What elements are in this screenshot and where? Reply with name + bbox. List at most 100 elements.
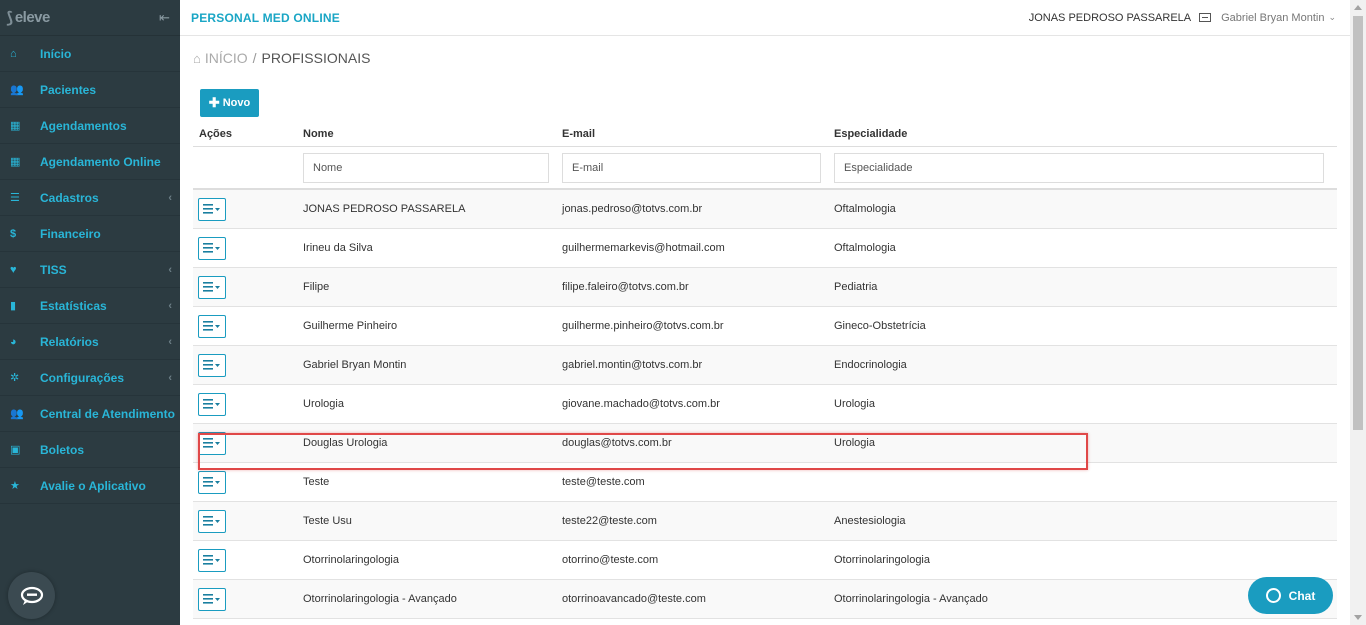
table-row[interactable]: Otorrinolaringologia otorrino@teste.com Ot… [193,541,1337,580]
name-cell: Filipe [303,281,330,293]
sidebar-item-7[interactable]: ▮ Estatísticas ‹ [0,288,180,324]
row-actions-button[interactable] [198,470,226,494]
actions-cell [193,509,303,533]
gear-icon: ✲ [10,372,20,384]
name-filter-input[interactable] [303,152,549,183]
filter-row [193,147,1337,190]
sidebar-item-0[interactable]: ⌂ Início [0,36,180,72]
specialty-cell: Gineco-Obstetrícia [834,320,926,332]
specialty-cell: Urologia [834,398,875,410]
sidebar-item-label: Avalie o Aplicativo [40,478,146,493]
sidebar-item-5[interactable]: $ Financeiro [0,216,180,252]
scroll-down-icon[interactable] [1354,615,1362,620]
sidebar-item-10[interactable]: 👥 Central de Atendimento [0,396,180,432]
header-specialty[interactable]: Especialidade [834,128,1337,140]
chevron-left-icon: ‹ [168,263,172,276]
sidebar-item-label: Agendamentos [40,118,127,133]
header-actions: Ações [199,127,233,140]
scroll-thumb[interactable] [1353,16,1363,430]
chevron-left-icon: ‹ [168,191,172,204]
table-row[interactable]: Filipe filipe.faleiro@totvs.com.br Pediatr… [193,268,1337,307]
main-content: ⌂ INÍCIO / PROFISSIONAIS ✚ Novo Ações No… [180,36,1350,625]
sidebar-collapse-icon[interactable]: ⇤ [159,10,170,26]
home-icon[interactable]: ⌂ [193,51,201,66]
header-email[interactable]: E-mail [562,128,834,140]
name-cell: Irineu da Silva [303,242,373,254]
app-logo[interactable]: ⟆ eleve [6,8,50,28]
row-actions-button[interactable] [198,509,226,533]
sidebar-item-3[interactable]: ▦ Agendamento Online [0,144,180,180]
specialty-cell: Anestesiologia [834,515,906,527]
filter-specialty-cell [834,152,1337,183]
sidebar-item-label: TISS [40,262,67,277]
name-cell: Otorrinolaringologia [303,554,399,566]
sidebar-item-label: Estatísticas [40,298,107,313]
list-icon: ☰ [10,192,20,204]
email-cell: gabriel.montin@totvs.com.br [562,359,703,371]
name-cell: Teste Usu [303,515,352,527]
row-actions-button[interactable] [198,275,226,299]
sidebar-item-2[interactable]: ▦ Agendamentos [0,108,180,144]
row-actions-button[interactable] [198,548,226,572]
actions-cell [193,548,303,572]
bar-chart-icon: ▮ [10,300,17,312]
table-row[interactable]: JONAS PEDROSO PASSARELA jonas.pedroso@tot… [193,190,1337,229]
sidebar: ⟆ eleve ⇤ ⌂ Início 👥 Pacientes ▦ Agendamentos… [0,0,180,625]
sidebar-item-label: Central de Atendimento [40,406,175,421]
sidebar-item-label: Pacientes [40,82,97,97]
sidebar-item-1[interactable]: 👥 Pacientes [0,72,180,108]
dollar-icon: $ [10,227,17,240]
actions-cell [193,392,303,416]
row-actions-button[interactable] [198,392,226,416]
breadcrumb-current: PROFISSIONAIS [261,50,371,66]
table-row[interactable]: Teste Usu teste22@teste.com Anestesiologia [193,502,1337,541]
sidebar-item-12[interactable]: ★ Avalie o Aplicativo [0,468,180,504]
chat-label: Chat [1288,588,1316,603]
professionals-table: Ações Nome E-mail Especialidade JONAS PE… [193,121,1337,619]
sidebar-item-label: Cadastros [40,190,99,205]
table-row[interactable]: Irineu da Silva guilhermemarkevis@hotmail… [193,229,1337,268]
chat-button[interactable]: Chat [1248,577,1333,614]
row-actions-button[interactable] [198,587,226,611]
plus-icon: ✚ [208,95,220,110]
chat-icon [1265,588,1281,603]
new-professional-button[interactable]: ✚ Novo [200,89,259,117]
sidebar-item-11[interactable]: ▣ Boletos [0,432,180,468]
specialty-cell: Endocrinologia [834,359,907,371]
user-menu[interactable]: Gabriel Bryan Montin [1221,12,1324,24]
table-row[interactable]: Gabriel Bryan Montin gabriel.montin@totvs… [193,346,1337,385]
email-cell: teste@teste.com [562,476,645,488]
row-actions-button[interactable] [198,197,226,221]
app-brand[interactable]: PERSONAL MED ONLINE [191,11,340,25]
header-name[interactable]: Nome [303,128,562,140]
email-filter-input[interactable] [562,152,821,183]
email-cell: teste22@teste.com [562,515,657,527]
scroll-up-icon[interactable] [1354,5,1362,10]
table-row[interactable]: Teste teste@teste.com [193,463,1337,502]
name-cell: Teste [303,476,330,488]
row-actions-button[interactable] [198,353,226,377]
table-row[interactable]: Otorrinolaringologia - Avançado otorrinoa… [193,580,1337,619]
breadcrumb-home[interactable]: INÍCIO [205,50,248,66]
row-actions-button[interactable] [198,236,226,260]
sidebar-item-6[interactable]: ♥ TISS ‹ [0,252,180,288]
users-icon: 👥 [10,408,24,420]
page-scrollbar[interactable] [1350,0,1366,625]
calendar-icon: ▦ [10,156,21,168]
sidebar-item-8[interactable]: ◕ Relatórios ‹ [0,324,180,360]
support-chat-launcher[interactable] [8,572,55,619]
specialty-cell: Urologia [834,437,875,449]
chevron-down-icon[interactable]: ⌄ [1328,12,1336,23]
table-row[interactable]: Douglas Urologia douglas@totvs.com.br Urol… [193,424,1337,463]
sidebar-item-4[interactable]: ☰ Cadastros ‹ [0,180,180,216]
specialty-filter-input[interactable] [834,152,1324,183]
breadcrumb: ⌂ INÍCIO / PROFISSIONAIS [193,50,370,66]
calendar-icon: ▦ [10,120,21,132]
sidebar-item-9[interactable]: ✲ Configurações ‹ [0,360,180,396]
row-actions-button[interactable] [198,314,226,338]
users-icon: 👥 [10,84,24,96]
table-row[interactable]: Urologia giovane.machado@totvs.com.br Urol… [193,385,1337,424]
row-actions-button[interactable] [198,431,226,455]
sidebar-item-label: Relatórios [40,334,99,349]
table-row[interactable]: Guilherme Pinheiro guilherme.pinheiro@tot… [193,307,1337,346]
